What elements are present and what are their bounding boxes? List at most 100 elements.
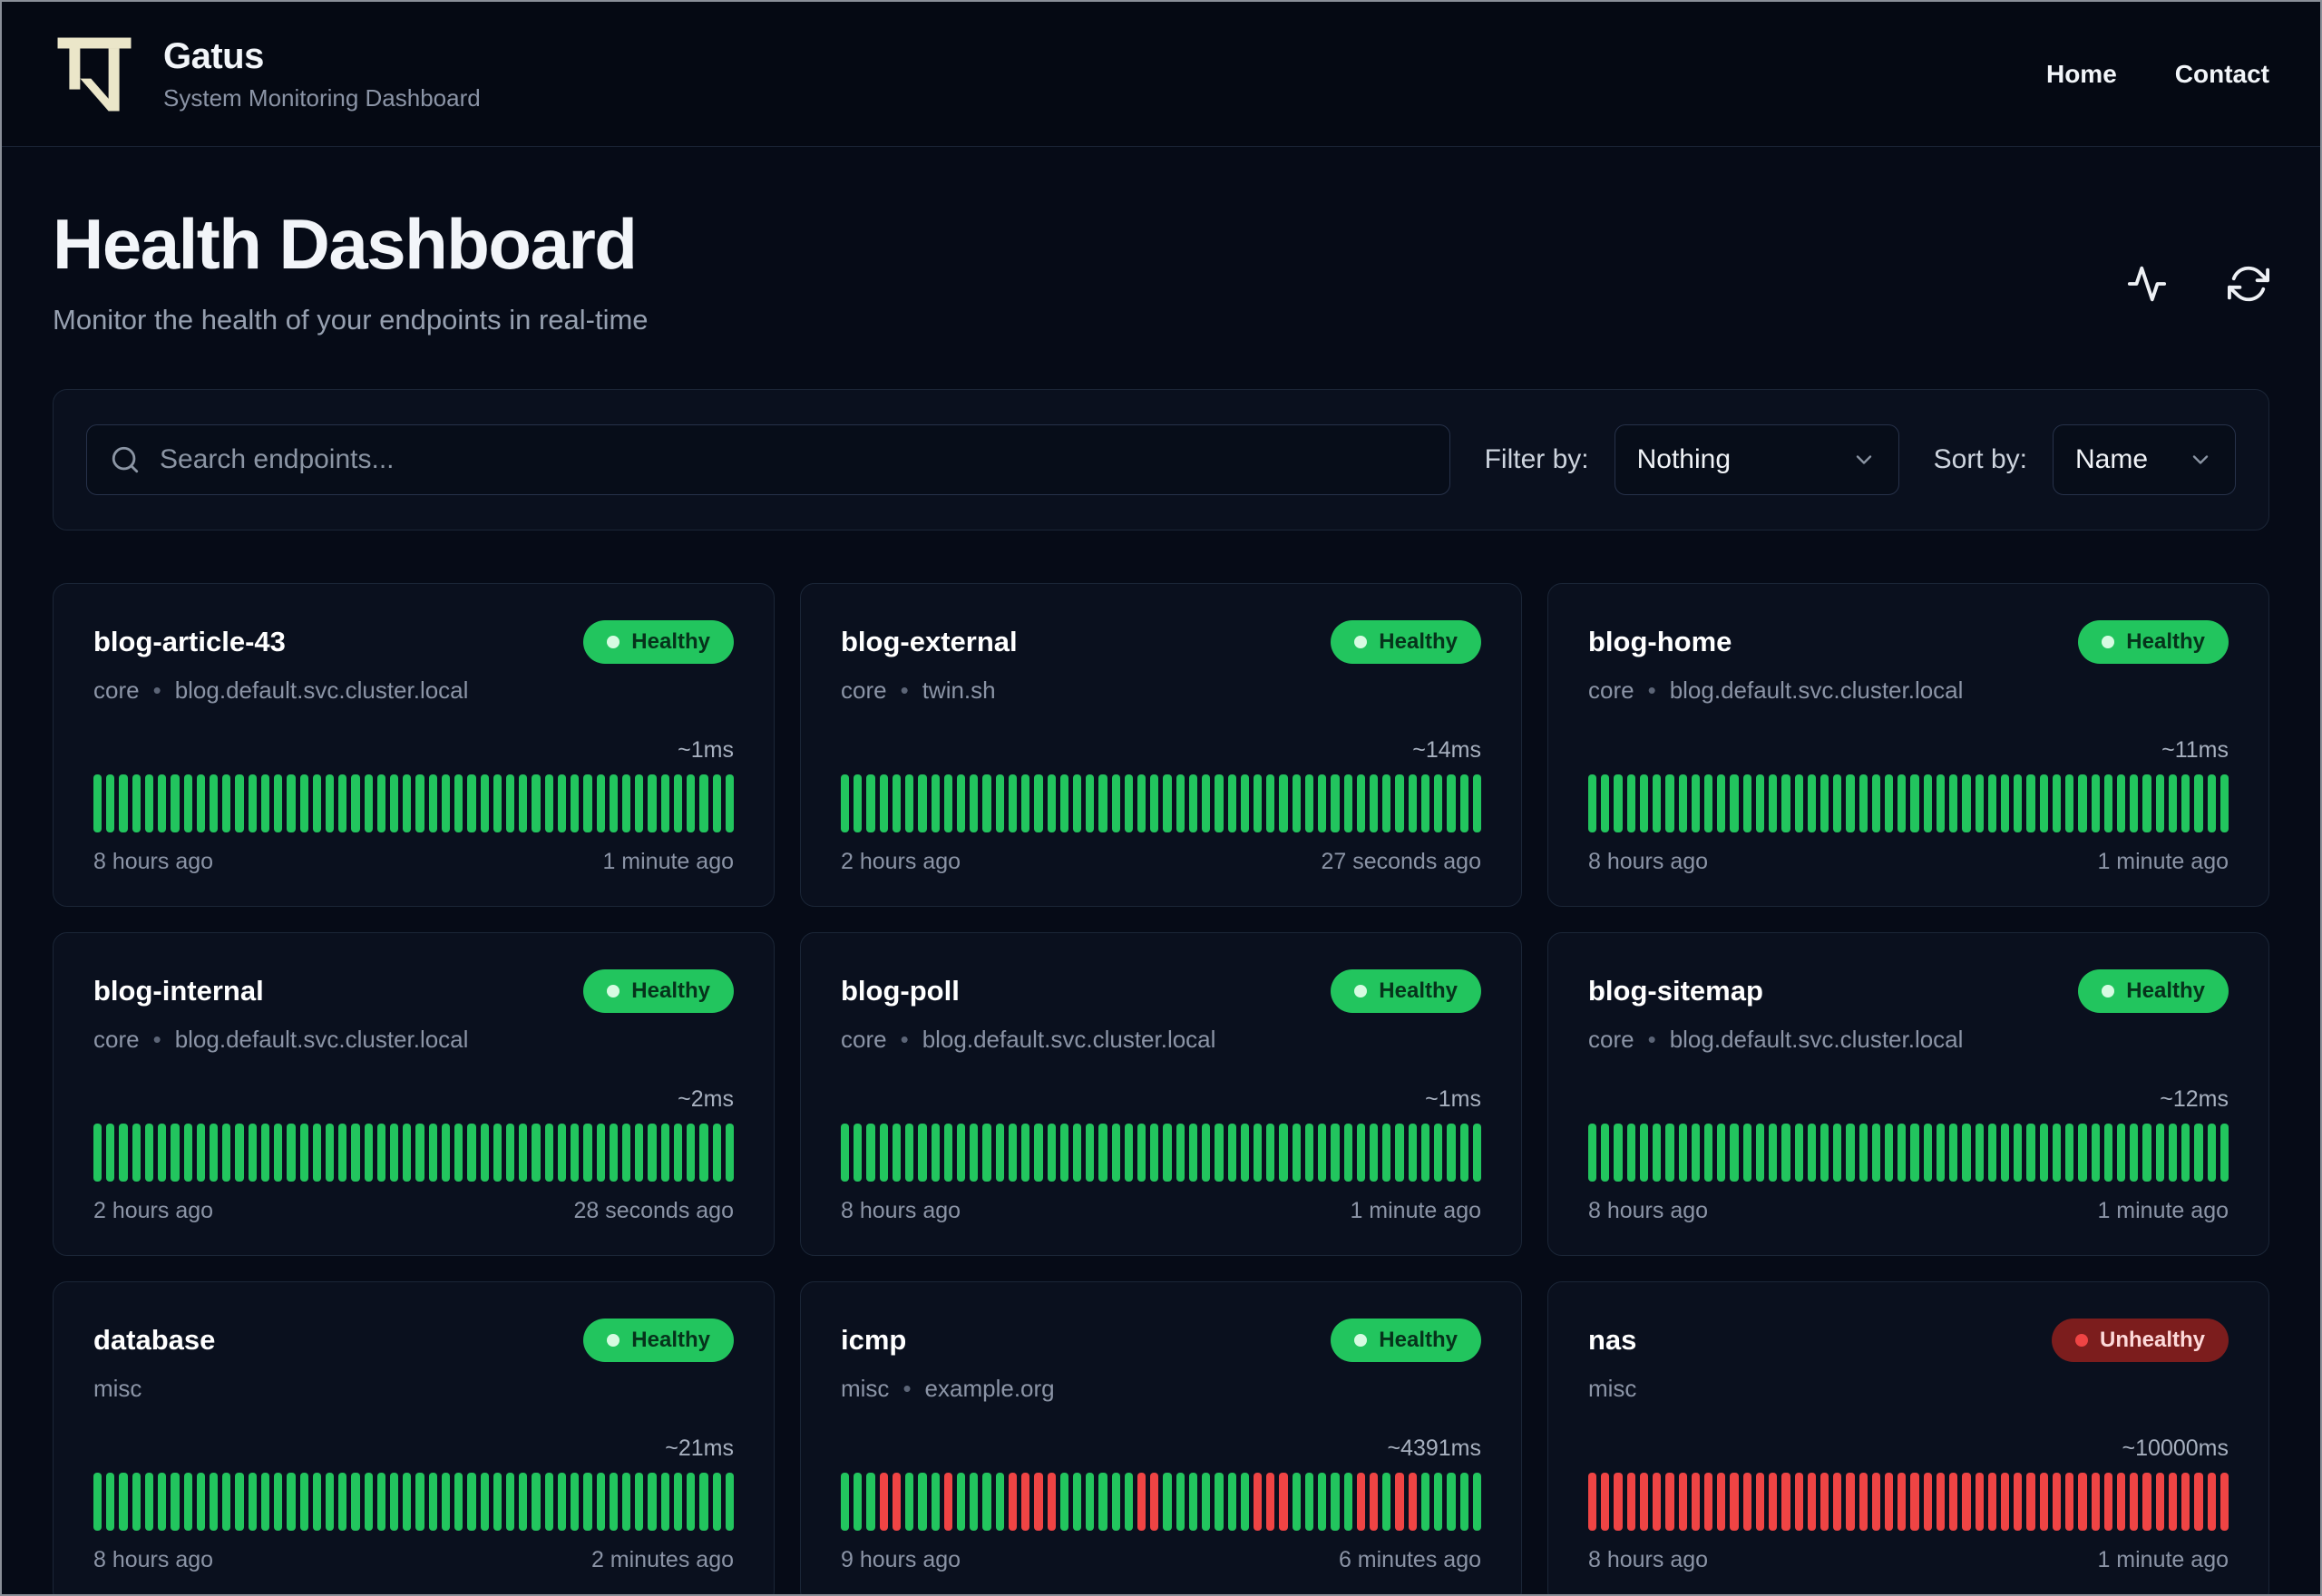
- uptime-bar[interactable]: [943, 774, 952, 832]
- uptime-bar[interactable]: [1382, 1124, 1391, 1182]
- uptime-bar[interactable]: [1691, 774, 1700, 832]
- uptime-bar[interactable]: [364, 1124, 373, 1182]
- uptime-bar[interactable]: [1292, 774, 1301, 832]
- uptime-bar[interactable]: [1742, 1473, 1751, 1531]
- uptime-bar[interactable]: [132, 1124, 141, 1182]
- uptime-bar[interactable]: [1807, 1124, 1816, 1182]
- uptime-bar[interactable]: [1885, 1473, 1894, 1531]
- uptime-bar[interactable]: [390, 774, 399, 832]
- uptime-bar[interactable]: [1086, 774, 1095, 832]
- uptime-bar[interactable]: [956, 774, 966, 832]
- uptime-bar[interactable]: [351, 1473, 360, 1531]
- uptime-bar[interactable]: [660, 1473, 669, 1531]
- uptime-bar[interactable]: [687, 1124, 696, 1182]
- uptime-bar[interactable]: [1279, 1473, 1288, 1531]
- uptime-bar[interactable]: [982, 1124, 991, 1182]
- uptime-bar[interactable]: [441, 774, 451, 832]
- uptime-bar[interactable]: [2220, 1124, 2229, 1182]
- uptime-bar[interactable]: [995, 1473, 1004, 1531]
- uptime-bar[interactable]: [1356, 1124, 1365, 1182]
- uptime-bar[interactable]: [1987, 1473, 1996, 1531]
- uptime-bar[interactable]: [1111, 1473, 1120, 1531]
- uptime-bar[interactable]: [441, 1124, 451, 1182]
- uptime-bar[interactable]: [1717, 1473, 1726, 1531]
- uptime-bar[interactable]: [287, 1473, 296, 1531]
- uptime-bar[interactable]: [557, 1124, 567, 1182]
- uptime-bar[interactable]: [571, 1124, 580, 1182]
- uptime-bar[interactable]: [1923, 1473, 1932, 1531]
- uptime-bar[interactable]: [1846, 774, 1855, 832]
- uptime-bar[interactable]: [982, 774, 991, 832]
- uptime-bar[interactable]: [1614, 1473, 1623, 1531]
- uptime-bar[interactable]: [1459, 1124, 1468, 1182]
- uptime-bar[interactable]: [995, 1124, 1004, 1182]
- sort-select[interactable]: Name: [2053, 424, 2236, 495]
- uptime-bar[interactable]: [1742, 774, 1751, 832]
- uptime-bar[interactable]: [2026, 774, 2035, 832]
- uptime-bar[interactable]: [1047, 1124, 1056, 1182]
- uptime-bar[interactable]: [918, 1473, 927, 1531]
- uptime-bar[interactable]: [571, 774, 580, 832]
- uptime-bar[interactable]: [1653, 1473, 1662, 1531]
- uptime-bar[interactable]: [1820, 774, 1829, 832]
- uptime-bar[interactable]: [364, 1473, 373, 1531]
- uptime-bar[interactable]: [274, 774, 283, 832]
- uptime-bar[interactable]: [1021, 1473, 1030, 1531]
- uptime-bar[interactable]: [93, 1124, 102, 1182]
- uptime-bar[interactable]: [892, 1473, 902, 1531]
- uptime-bar[interactable]: [2116, 774, 2126, 832]
- endpoint-card[interactable]: icmp Healthy misc • example.org ~4391ms …: [800, 1281, 1522, 1594]
- uptime-bar[interactable]: [841, 774, 850, 832]
- uptime-bar[interactable]: [1150, 1473, 1159, 1531]
- uptime-bar[interactable]: [1987, 1124, 1996, 1182]
- uptime-bar[interactable]: [1730, 1473, 1739, 1531]
- uptime-bar[interactable]: [2155, 1473, 2164, 1531]
- uptime-bar[interactable]: [1691, 1124, 1700, 1182]
- uptime-bar[interactable]: [2026, 1124, 2035, 1182]
- uptime-bar[interactable]: [1047, 1473, 1056, 1531]
- uptime-bar[interactable]: [1459, 774, 1468, 832]
- uptime-bar[interactable]: [648, 774, 657, 832]
- uptime-bar[interactable]: [364, 774, 373, 832]
- uptime-bar[interactable]: [544, 774, 553, 832]
- uptime-bar[interactable]: [1215, 774, 1224, 832]
- uptime-bar[interactable]: [1755, 774, 1765, 832]
- uptime-bar[interactable]: [1846, 1124, 1855, 1182]
- uptime-bar[interactable]: [1859, 774, 1868, 832]
- uptime-bar[interactable]: [506, 1124, 515, 1182]
- uptime-bar[interactable]: [1588, 774, 1597, 832]
- uptime-bar[interactable]: [312, 774, 321, 832]
- uptime-bar[interactable]: [1292, 1124, 1301, 1182]
- uptime-bar[interactable]: [1898, 774, 1907, 832]
- uptime-bar[interactable]: [1459, 1473, 1468, 1531]
- uptime-bar[interactable]: [1833, 774, 1842, 832]
- uptime-bar[interactable]: [1923, 774, 1932, 832]
- uptime-bar[interactable]: [1163, 774, 1172, 832]
- uptime-bar[interactable]: [1781, 774, 1790, 832]
- endpoint-card[interactable]: nas Unhealthy misc • ~10000ms 8 hours ag…: [1547, 1281, 2269, 1594]
- uptime-bar[interactable]: [235, 774, 244, 832]
- uptime-bar[interactable]: [956, 1473, 966, 1531]
- uptime-bar[interactable]: [325, 1124, 335, 1182]
- uptime-bar[interactable]: [1124, 774, 1134, 832]
- uptime-bar[interactable]: [1343, 774, 1352, 832]
- uptime-bar[interactable]: [1833, 1124, 1842, 1182]
- uptime-bar[interactable]: [376, 774, 386, 832]
- uptime-bar[interactable]: [1730, 1124, 1739, 1182]
- uptime-bar[interactable]: [1254, 774, 1263, 832]
- uptime-bar[interactable]: [1072, 1124, 1082, 1182]
- uptime-bar[interactable]: [2194, 1473, 2203, 1531]
- uptime-bar[interactable]: [1279, 774, 1288, 832]
- uptime-bar[interactable]: [1885, 1124, 1894, 1182]
- uptime-bar[interactable]: [171, 1124, 180, 1182]
- uptime-bar[interactable]: [274, 1124, 283, 1182]
- uptime-bar[interactable]: [1626, 1473, 1635, 1531]
- uptime-bar[interactable]: [1949, 1124, 1958, 1182]
- uptime-bar[interactable]: [1331, 1473, 1340, 1531]
- uptime-bar[interactable]: [673, 1473, 683, 1531]
- uptime-bar[interactable]: [699, 774, 708, 832]
- uptime-bar[interactable]: [866, 774, 875, 832]
- uptime-bar[interactable]: [2091, 774, 2100, 832]
- uptime-bar[interactable]: [1408, 774, 1417, 832]
- uptime-bar[interactable]: [1703, 1124, 1713, 1182]
